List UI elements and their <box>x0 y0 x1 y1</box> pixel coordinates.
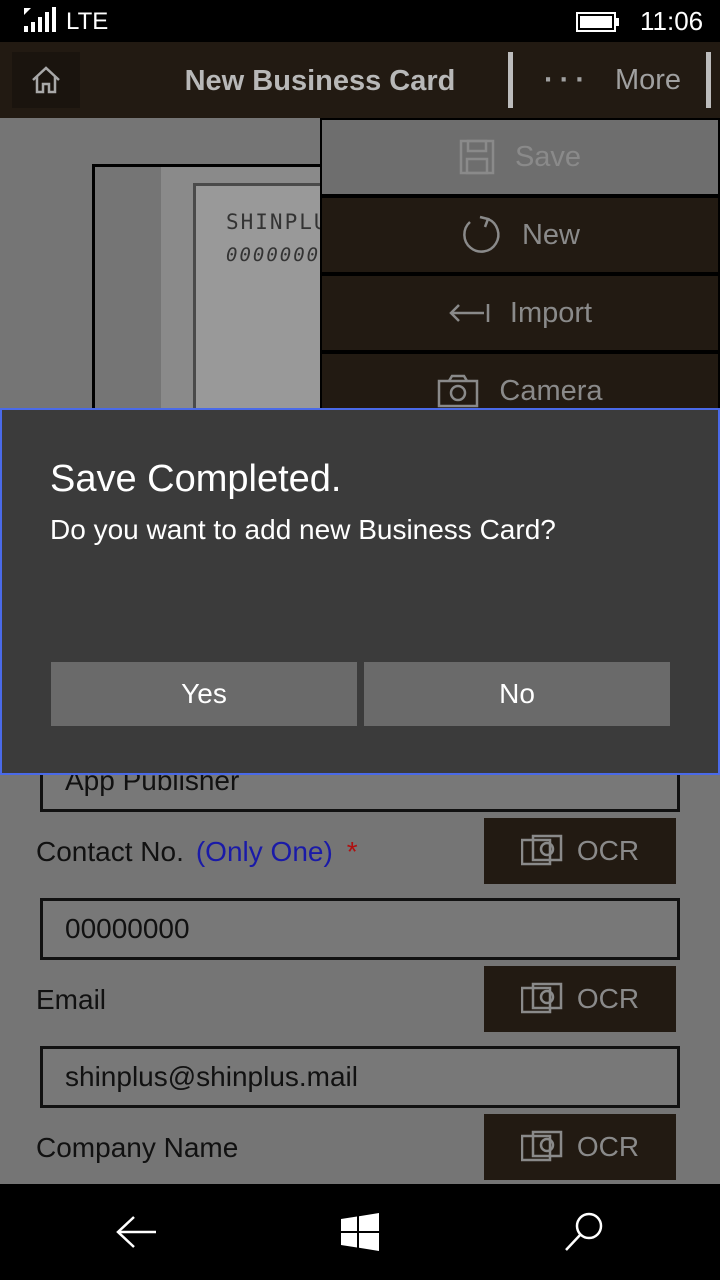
contact-ocr-button[interactable]: OCR <box>484 818 676 884</box>
yes-button[interactable]: Yes <box>51 662 357 726</box>
home-button[interactable] <box>12 52 80 108</box>
menu-item-new[interactable]: New <box>320 196 720 274</box>
menu-item-label: New <box>521 218 580 251</box>
no-button[interactable]: No <box>364 662 670 726</box>
ocr-label: OCR <box>576 1131 640 1162</box>
menu-item-label: Camera <box>499 374 603 407</box>
dialog-title: Save Completed. <box>50 458 342 500</box>
app-bar: New Business Card ··· More <box>0 42 720 118</box>
dialog-message: Do you want to add new Business Card? <box>50 514 556 545</box>
system-nav-bar <box>0 1184 720 1280</box>
card-photo-text-2: 0000000 <box>226 244 321 266</box>
import-arrow-icon <box>449 304 490 322</box>
camera-icon <box>438 374 479 408</box>
clock: 11:06 <box>640 6 704 36</box>
battery-icon <box>576 12 619 32</box>
back-button[interactable] <box>106 1202 166 1262</box>
ocr-camera-icon <box>520 982 563 1014</box>
search-icon <box>565 1212 603 1251</box>
menu-item-save[interactable]: Save <box>320 118 720 196</box>
search-button[interactable] <box>554 1202 614 1262</box>
ocr-label: OCR <box>576 835 640 866</box>
company-ocr-button[interactable]: OCR <box>484 1114 676 1180</box>
menu-item-label: Import <box>509 296 593 329</box>
windows-logo-icon <box>341 1213 379 1251</box>
email-field[interactable]: shinplus@shinplus.mail <box>40 1046 680 1108</box>
required-mark: * <box>346 836 358 867</box>
ocr-label: OCR <box>576 983 640 1014</box>
refresh-icon <box>463 215 500 253</box>
network-type: LTE <box>66 8 109 35</box>
email-ocr-button[interactable]: OCR <box>484 966 676 1032</box>
back-arrow-icon <box>116 1216 156 1248</box>
contact-note: (Only One) <box>195 836 333 867</box>
ocr-camera-icon <box>520 1130 563 1162</box>
more-label: More <box>614 63 682 96</box>
more-button[interactable]: ··· More <box>514 52 708 108</box>
signal-strength-icon <box>24 7 56 32</box>
menu-item-label: Save <box>514 140 582 173</box>
card-photo-text-1: SHINPLU <box>226 210 329 234</box>
app-bar-divider <box>508 52 513 108</box>
save-icon <box>459 139 495 175</box>
menu-item-import[interactable]: Import <box>320 274 720 352</box>
ocr-camera-icon <box>520 834 563 866</box>
page-title: New Business Card <box>184 65 456 97</box>
contact-label: Contact No. <box>36 836 184 867</box>
app-bar-edge <box>706 52 711 108</box>
save-completed-dialog: Save Completed. Do you want to add new B… <box>0 408 720 775</box>
contact-label-row: Contact No. (Only One) * <box>36 836 358 868</box>
email-label: Email <box>36 984 107 1015</box>
start-button[interactable] <box>330 1202 390 1262</box>
company-label: Company Name <box>36 1132 239 1163</box>
contact-field[interactable]: 00000000 <box>40 898 680 960</box>
more-dots-icon: ··· <box>544 63 591 96</box>
home-icon <box>32 66 60 94</box>
status-bar: LTE 11:06 <box>0 0 720 42</box>
more-menu: Save New Import Camera <box>320 118 720 430</box>
